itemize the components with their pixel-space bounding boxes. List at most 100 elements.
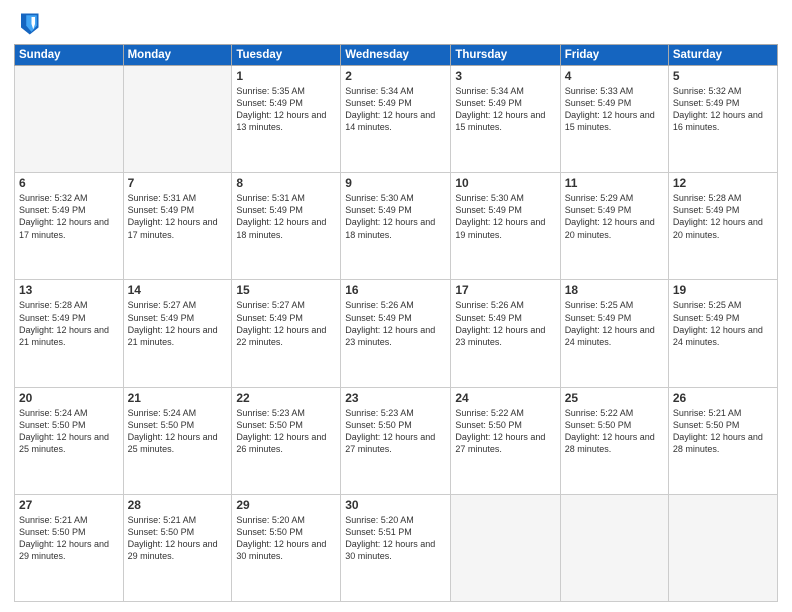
- week-row-1: 1Sunrise: 5:35 AM Sunset: 5:49 PM Daylig…: [15, 66, 778, 173]
- calendar-cell: 7 Sunrise: 5:31 AM Sunset: 5:49 PM Daylig…: [123, 173, 232, 280]
- calendar-cell: 15 Sunrise: 5:27 AM Sunset: 5:49 PM Dayli…: [232, 280, 341, 387]
- day-info: Sunrise: 5:24 AM Sunset: 5:50 PM Dayligh…: [128, 407, 228, 456]
- calendar-cell: 12Sunrise: 5:28 AM Sunset: 5:49 PM Dayli…: [668, 173, 777, 280]
- page: SundayMondayTuesdayWednesdayThursdayFrid…: [0, 0, 792, 612]
- calendar-cell: 8Sunrise: 5:31 AM Sunset: 5:49 PM Daylig…: [232, 173, 341, 280]
- calendar-cell: 2 Sunrise: 5:34 AM Sunset: 5:49 PM Daylig…: [341, 66, 451, 173]
- day-number: 29: [236, 498, 336, 512]
- day-info: Sunrise: 5:34 AM Sunset: 5:49 PM Dayligh…: [455, 85, 555, 134]
- col-header-thursday: Thursday: [451, 45, 560, 66]
- day-number: 5: [673, 69, 773, 83]
- day-number: 27: [19, 498, 119, 512]
- header: [14, 10, 778, 38]
- col-header-tuesday: Tuesday: [232, 45, 341, 66]
- day-info: Sunrise: 5:30 AM Sunset: 5:49 PM Dayligh…: [455, 192, 555, 241]
- day-number: 12: [673, 176, 773, 190]
- day-number: 23: [345, 391, 446, 405]
- day-info: Sunrise: 5:35 AM Sunset: 5:49 PM Dayligh…: [236, 85, 336, 134]
- day-info: Sunrise: 5:34 AM Sunset: 5:49 PM Dayligh…: [345, 85, 446, 134]
- calendar-cell: 27 Sunrise: 5:21 AM Sunset: 5:50 PM Dayli…: [15, 494, 124, 601]
- calendar-cell: [560, 494, 668, 601]
- calendar-cell: 25 Sunrise: 5:22 AM Sunset: 5:50 PM Dayli…: [560, 387, 668, 494]
- day-info: Sunrise: 5:21 AM Sunset: 5:50 PM Dayligh…: [673, 407, 773, 456]
- calendar-cell: [451, 494, 560, 601]
- day-info: Sunrise: 5:24 AM Sunset: 5:50 PM Dayligh…: [19, 407, 119, 456]
- day-number: 14: [128, 283, 228, 297]
- calendar-cell: 9Sunrise: 5:30 AM Sunset: 5:49 PM Daylig…: [341, 173, 451, 280]
- col-header-friday: Friday: [560, 45, 668, 66]
- calendar-header-row: SundayMondayTuesdayWednesdayThursdayFrid…: [15, 45, 778, 66]
- calendar-cell: 5Sunrise: 5:32 AM Sunset: 5:49 PM Daylig…: [668, 66, 777, 173]
- day-info: Sunrise: 5:21 AM Sunset: 5:50 PM Dayligh…: [128, 514, 228, 563]
- calendar-cell: 4Sunrise: 5:33 AM Sunset: 5:49 PM Daylig…: [560, 66, 668, 173]
- day-info: Sunrise: 5:25 AM Sunset: 5:49 PM Dayligh…: [565, 299, 664, 348]
- calendar-cell: 24 Sunrise: 5:22 AM Sunset: 5:50 PM Dayli…: [451, 387, 560, 494]
- logo: [14, 10, 46, 38]
- day-info: Sunrise: 5:27 AM Sunset: 5:49 PM Dayligh…: [128, 299, 228, 348]
- calendar-cell: [123, 66, 232, 173]
- calendar-cell: 10 Sunrise: 5:30 AM Sunset: 5:49 PM Dayli…: [451, 173, 560, 280]
- day-info: Sunrise: 5:27 AM Sunset: 5:49 PM Dayligh…: [236, 299, 336, 348]
- day-number: 21: [128, 391, 228, 405]
- calendar-cell: 18 Sunrise: 5:25 AM Sunset: 5:49 PM Dayli…: [560, 280, 668, 387]
- day-info: Sunrise: 5:31 AM Sunset: 5:49 PM Dayligh…: [128, 192, 228, 241]
- day-number: 17: [455, 283, 555, 297]
- calendar-cell: 23 Sunrise: 5:23 AM Sunset: 5:50 PM Dayli…: [341, 387, 451, 494]
- calendar-cell: [668, 494, 777, 601]
- calendar-cell: [15, 66, 124, 173]
- calendar-cell: 22 Sunrise: 5:23 AM Sunset: 5:50 PM Dayli…: [232, 387, 341, 494]
- col-header-sunday: Sunday: [15, 45, 124, 66]
- calendar-cell: 19Sunrise: 5:25 AM Sunset: 5:49 PM Dayli…: [668, 280, 777, 387]
- col-header-wednesday: Wednesday: [341, 45, 451, 66]
- day-info: Sunrise: 5:23 AM Sunset: 5:50 PM Dayligh…: [236, 407, 336, 456]
- calendar-cell: 14 Sunrise: 5:27 AM Sunset: 5:49 PM Dayli…: [123, 280, 232, 387]
- calendar-cell: 1Sunrise: 5:35 AM Sunset: 5:49 PM Daylig…: [232, 66, 341, 173]
- col-header-monday: Monday: [123, 45, 232, 66]
- day-number: 22: [236, 391, 336, 405]
- calendar-cell: 13Sunrise: 5:28 AM Sunset: 5:49 PM Dayli…: [15, 280, 124, 387]
- day-number: 8: [236, 176, 336, 190]
- generalblue-icon: [14, 10, 42, 38]
- calendar-cell: 6 Sunrise: 5:32 AM Sunset: 5:49 PM Daylig…: [15, 173, 124, 280]
- day-number: 30: [345, 498, 446, 512]
- day-number: 25: [565, 391, 664, 405]
- day-info: Sunrise: 5:23 AM Sunset: 5:50 PM Dayligh…: [345, 407, 446, 456]
- calendar-cell: 11Sunrise: 5:29 AM Sunset: 5:49 PM Dayli…: [560, 173, 668, 280]
- day-info: Sunrise: 5:21 AM Sunset: 5:50 PM Dayligh…: [19, 514, 119, 563]
- day-number: 20: [19, 391, 119, 405]
- week-row-5: 27 Sunrise: 5:21 AM Sunset: 5:50 PM Dayli…: [15, 494, 778, 601]
- week-row-2: 6 Sunrise: 5:32 AM Sunset: 5:49 PM Daylig…: [15, 173, 778, 280]
- calendar-cell: 20 Sunrise: 5:24 AM Sunset: 5:50 PM Dayli…: [15, 387, 124, 494]
- day-info: Sunrise: 5:33 AM Sunset: 5:49 PM Dayligh…: [565, 85, 664, 134]
- day-number: 13: [19, 283, 119, 297]
- calendar-cell: 30Sunrise: 5:20 AM Sunset: 5:51 PM Dayli…: [341, 494, 451, 601]
- day-number: 6: [19, 176, 119, 190]
- calendar-cell: 28 Sunrise: 5:21 AM Sunset: 5:50 PM Dayli…: [123, 494, 232, 601]
- day-number: 7: [128, 176, 228, 190]
- calendar-cell: 3 Sunrise: 5:34 AM Sunset: 5:49 PM Daylig…: [451, 66, 560, 173]
- day-info: Sunrise: 5:22 AM Sunset: 5:50 PM Dayligh…: [565, 407, 664, 456]
- day-number: 16: [345, 283, 446, 297]
- day-number: 19: [673, 283, 773, 297]
- week-row-3: 13Sunrise: 5:28 AM Sunset: 5:49 PM Dayli…: [15, 280, 778, 387]
- calendar-cell: 26 Sunrise: 5:21 AM Sunset: 5:50 PM Dayli…: [668, 387, 777, 494]
- day-info: Sunrise: 5:26 AM Sunset: 5:49 PM Dayligh…: [345, 299, 446, 348]
- week-row-4: 20 Sunrise: 5:24 AM Sunset: 5:50 PM Dayli…: [15, 387, 778, 494]
- day-number: 3: [455, 69, 555, 83]
- calendar-table: SundayMondayTuesdayWednesdayThursdayFrid…: [14, 44, 778, 602]
- day-number: 10: [455, 176, 555, 190]
- day-info: Sunrise: 5:22 AM Sunset: 5:50 PM Dayligh…: [455, 407, 555, 456]
- day-number: 28: [128, 498, 228, 512]
- day-number: 11: [565, 176, 664, 190]
- calendar-cell: 16 Sunrise: 5:26 AM Sunset: 5:49 PM Dayli…: [341, 280, 451, 387]
- day-number: 26: [673, 391, 773, 405]
- col-header-saturday: Saturday: [668, 45, 777, 66]
- day-number: 24: [455, 391, 555, 405]
- calendar-cell: 17Sunrise: 5:26 AM Sunset: 5:49 PM Dayli…: [451, 280, 560, 387]
- day-number: 2: [345, 69, 446, 83]
- day-number: 18: [565, 283, 664, 297]
- day-info: Sunrise: 5:32 AM Sunset: 5:49 PM Dayligh…: [19, 192, 119, 241]
- day-info: Sunrise: 5:30 AM Sunset: 5:49 PM Dayligh…: [345, 192, 446, 241]
- day-number: 15: [236, 283, 336, 297]
- calendar-cell: 29Sunrise: 5:20 AM Sunset: 5:50 PM Dayli…: [232, 494, 341, 601]
